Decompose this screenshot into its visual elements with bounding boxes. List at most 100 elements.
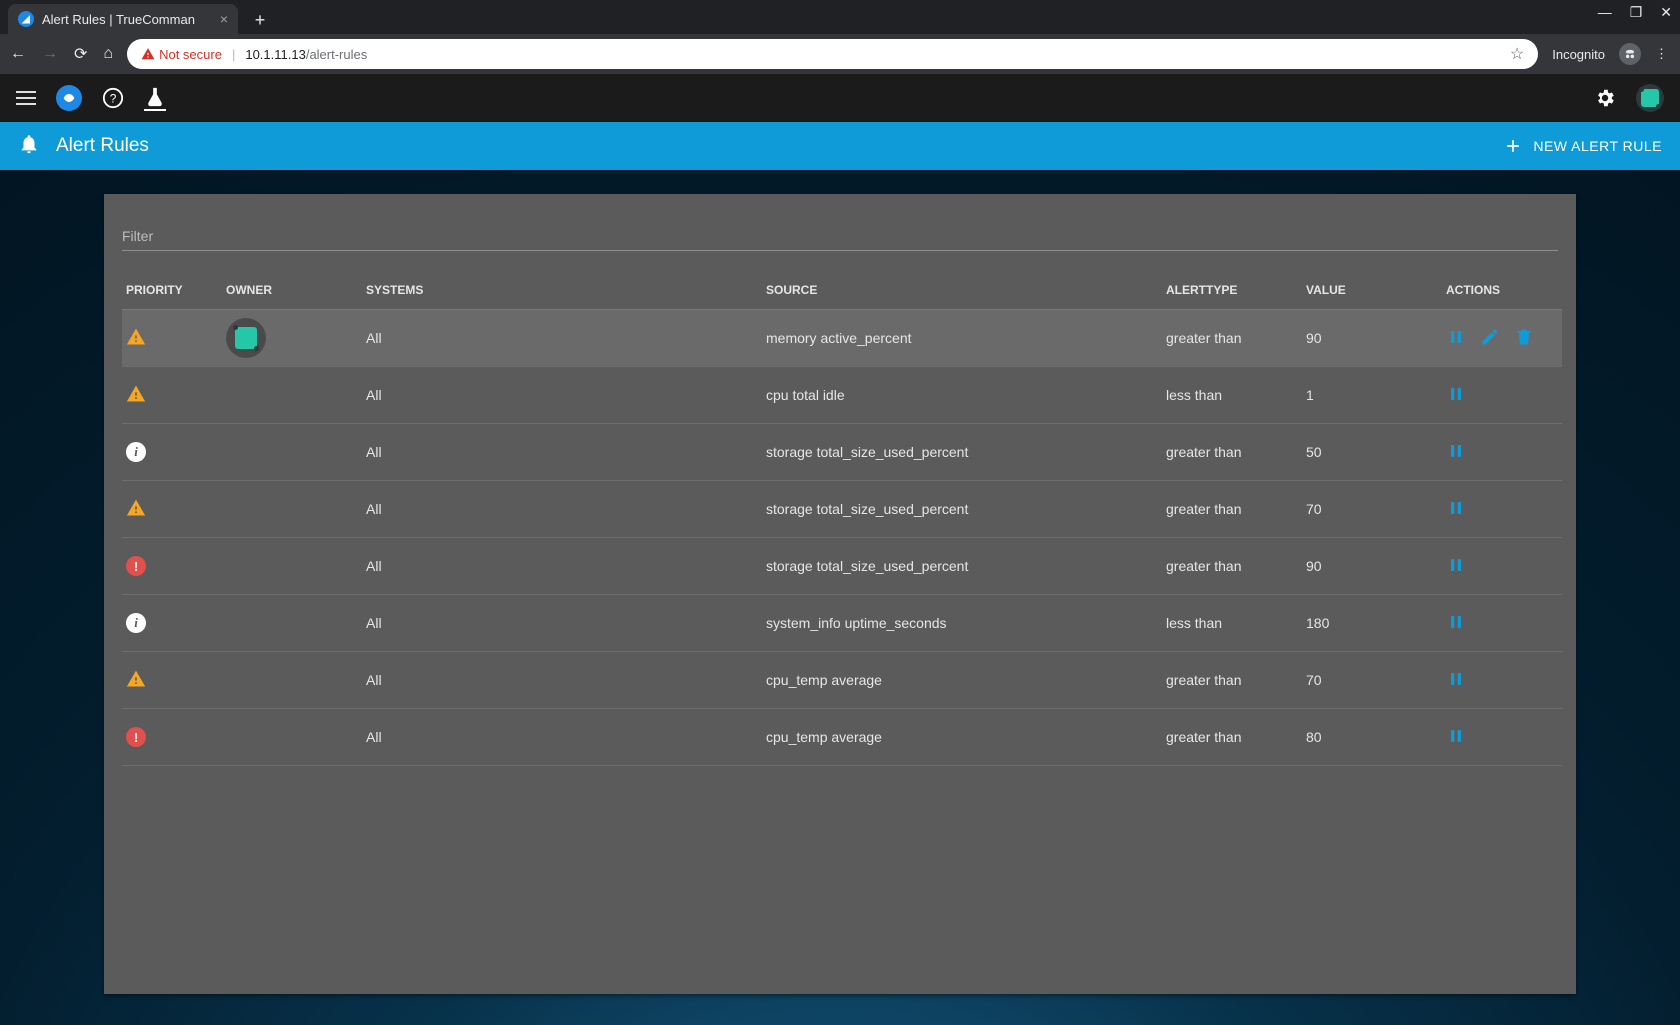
app-toolbar: ? (0, 74, 1680, 122)
col-alerttype[interactable]: ALERTTYPE (1162, 271, 1302, 310)
nav-icons: ← → ⟳ ⌂ (10, 44, 113, 64)
pause-button[interactable] (1446, 441, 1466, 464)
favicon-icon: ◢ (18, 11, 34, 27)
cell-alerttype: greater than (1162, 709, 1302, 766)
not-secure-text: Not secure (159, 47, 222, 62)
cell-priority: ! (122, 538, 222, 595)
cell-alerttype: greater than (1162, 424, 1302, 481)
cell-source: memory active_percent (762, 310, 1162, 367)
tab-title: Alert Rules | TrueComman (42, 12, 212, 27)
table-row[interactable]: !Allstorage total_size_used_percentgreat… (122, 538, 1562, 595)
not-secure-badge[interactable]: Not secure (141, 47, 222, 62)
pause-button[interactable] (1446, 612, 1466, 635)
table-row[interactable]: iAllstorage total_size_used_percentgreat… (122, 424, 1562, 481)
cell-owner (222, 367, 362, 424)
priority-critical-icon: ! (126, 727, 146, 747)
cell-source: cpu total idle (762, 367, 1162, 424)
col-owner[interactable]: OWNER (222, 271, 362, 310)
delete-button[interactable] (1514, 327, 1534, 350)
cell-source: cpu_temp average (762, 709, 1162, 766)
cell-actions (1442, 595, 1562, 652)
page-title: Alert Rules (56, 135, 149, 157)
user-avatar[interactable] (1636, 84, 1664, 112)
new-alert-rule-button[interactable]: NEW ALERT RULE (1503, 136, 1662, 156)
cell-value: 1 (1302, 367, 1442, 424)
browser-tab[interactable]: ◢ Alert Rules | TrueComman × (8, 4, 238, 34)
table-row[interactable]: Allstorage total_size_used_percentgreate… (122, 481, 1562, 538)
cell-actions (1442, 538, 1562, 595)
cell-source: storage total_size_used_percent (762, 424, 1162, 481)
page-header: Alert Rules NEW ALERT RULE (0, 122, 1680, 170)
tab-close-icon[interactable]: × (220, 11, 228, 27)
help-icon[interactable]: ? (102, 87, 124, 109)
cell-alerttype: less than (1162, 595, 1302, 652)
browser-menu-icon[interactable]: ⋮ (1655, 46, 1670, 62)
window-minimize-icon[interactable]: — (1598, 4, 1612, 21)
edit-button[interactable] (1480, 327, 1500, 350)
app-root: ? Alert Rules NEW ALERT RULE (0, 74, 1680, 1025)
cell-actions (1442, 652, 1562, 709)
cell-systems: All (362, 424, 762, 481)
pause-button[interactable] (1446, 498, 1466, 521)
table-row[interactable]: iAllsystem_info uptime_secondsless than1… (122, 595, 1562, 652)
cell-priority: ! (122, 709, 222, 766)
url-separator: | (232, 47, 235, 62)
pause-button[interactable] (1446, 384, 1466, 407)
browser-tabbar: ◢ Alert Rules | TrueComman × + — ❐ ✕ (0, 0, 1680, 34)
url-path: /alert-rules (306, 47, 367, 62)
table-row[interactable]: !Allcpu_temp averagegreater than80 (122, 709, 1562, 766)
cell-alerttype: greater than (1162, 310, 1302, 367)
col-actions: ACTIONS (1442, 271, 1562, 310)
pause-button[interactable] (1446, 327, 1466, 350)
window-close-icon[interactable]: ✕ (1660, 4, 1672, 21)
priority-critical-icon: ! (126, 556, 146, 576)
cell-systems: All (362, 595, 762, 652)
new-alert-rule-label: NEW ALERT RULE (1533, 138, 1662, 154)
theme-icon[interactable] (144, 86, 166, 111)
owner-avatar (226, 318, 266, 358)
col-source[interactable]: SOURCE (762, 271, 1162, 310)
cell-owner (222, 595, 362, 652)
priority-warning-icon (126, 498, 146, 518)
app-logo-icon[interactable] (56, 85, 82, 111)
cell-source: system_info uptime_seconds (762, 595, 1162, 652)
cell-priority: i (122, 595, 222, 652)
cell-systems: All (362, 538, 762, 595)
cell-priority (122, 310, 222, 367)
cell-actions (1442, 481, 1562, 538)
nav-reload-icon[interactable]: ⟳ (74, 44, 87, 64)
cell-alerttype: greater than (1162, 481, 1302, 538)
cell-owner (222, 709, 362, 766)
cell-value: 50 (1302, 424, 1442, 481)
nav-home-icon[interactable]: ⌂ (103, 45, 113, 63)
cell-source: storage total_size_used_percent (762, 481, 1162, 538)
cell-actions (1442, 424, 1562, 481)
cell-priority (122, 367, 222, 424)
priority-warning-icon (126, 669, 146, 689)
cell-actions (1442, 310, 1562, 367)
filter-input[interactable] (122, 222, 1558, 251)
url-bar[interactable]: Not secure | 10.1.11.13/alert-rules ☆ (127, 39, 1538, 69)
new-tab-button[interactable]: + (246, 6, 274, 34)
menu-hamburger-icon[interactable] (16, 91, 36, 105)
col-value[interactable]: VALUE (1302, 271, 1442, 310)
col-priority[interactable]: PRIORITY (122, 271, 222, 310)
pause-button[interactable] (1446, 726, 1466, 749)
pause-button[interactable] (1446, 555, 1466, 578)
cell-value: 70 (1302, 481, 1442, 538)
alert-rules-card: PRIORITY OWNER SYSTEMS SOURCE ALERTTYPE … (104, 194, 1576, 994)
window-maximize-icon[interactable]: ❐ (1630, 4, 1643, 21)
table-row[interactable]: Allcpu total idleless than1 (122, 367, 1562, 424)
content-area: PRIORITY OWNER SYSTEMS SOURCE ALERTTYPE … (0, 170, 1680, 1025)
incognito-icon (1619, 43, 1641, 65)
nav-back-icon[interactable]: ← (10, 45, 26, 63)
settings-gear-icon[interactable] (1594, 87, 1616, 109)
pause-button[interactable] (1446, 669, 1466, 692)
table-row[interactable]: Allmemory active_percentgreater than90 (122, 310, 1562, 367)
cell-priority (122, 652, 222, 709)
table-row[interactable]: Allcpu_temp averagegreater than70 (122, 652, 1562, 709)
bookmark-star-icon[interactable]: ☆ (1510, 44, 1524, 64)
col-systems[interactable]: SYSTEMS (362, 271, 762, 310)
priority-info-icon: i (126, 613, 146, 633)
url-host: 10.1.11.13 (245, 47, 305, 62)
